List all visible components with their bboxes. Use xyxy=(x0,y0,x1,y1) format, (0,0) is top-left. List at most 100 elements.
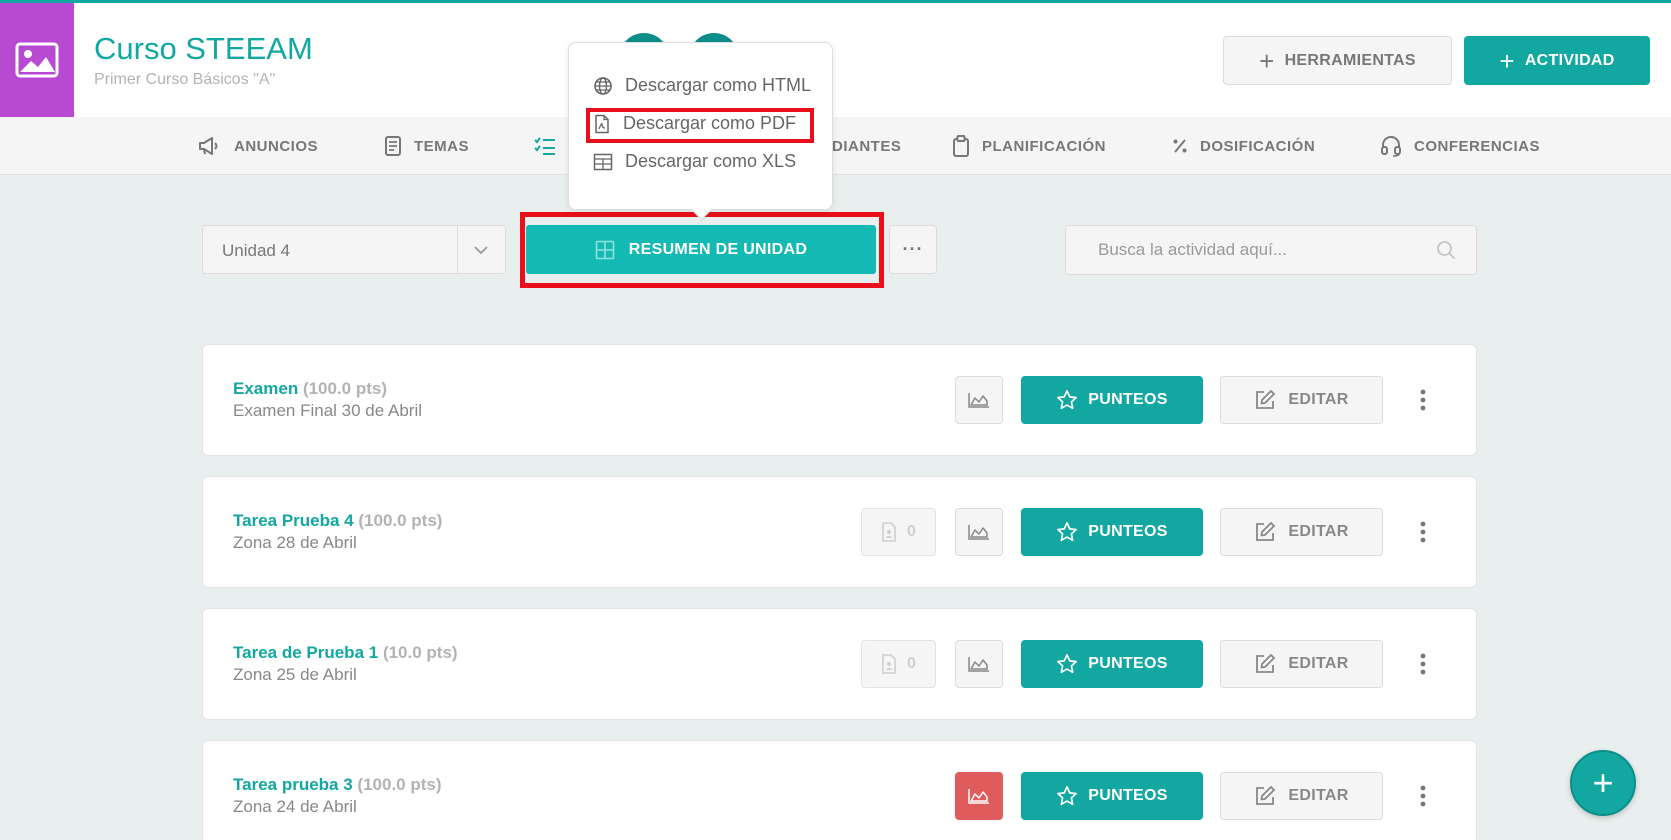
edit-icon xyxy=(1256,786,1276,805)
edit-button[interactable]: EDITAR xyxy=(1220,640,1383,688)
highlight-annotation xyxy=(586,108,814,143)
edit-icon xyxy=(1256,522,1276,541)
plus-icon: + xyxy=(1499,45,1515,76)
scores-button[interactable]: PUNTEOS xyxy=(1021,376,1203,424)
stats-button[interactable] xyxy=(955,640,1003,688)
more-vertical-icon xyxy=(1420,521,1426,543)
scores-button[interactable]: PUNTEOS xyxy=(1021,772,1203,820)
edit-button[interactable]: EDITAR xyxy=(1220,508,1383,556)
submissions-button[interactable]: 0 xyxy=(861,640,936,688)
kebab-menu-button[interactable] xyxy=(1413,645,1433,683)
add-activity-button[interactable]: + ACTIVIDAD xyxy=(1464,36,1650,85)
nav-item-planificacion[interactable]: PLANIFICACIÓN xyxy=(952,117,1106,175)
kebab-menu-button[interactable] xyxy=(1413,381,1433,419)
stats-button[interactable] xyxy=(955,508,1003,556)
activity-points: (100.0 pts) xyxy=(358,511,443,530)
plus-icon: + xyxy=(1592,762,1614,803)
activity-subtitle: Zona 25 de Abril xyxy=(233,665,357,684)
activity-subtitle: Examen Final 30 de Abril xyxy=(233,401,422,420)
course-image-placeholder[interactable] xyxy=(0,3,74,117)
table-icon xyxy=(593,153,613,170)
nav-item-label: CONFERENCIAS xyxy=(1414,137,1541,155)
checklist-icon xyxy=(534,137,555,155)
edit-icon xyxy=(1256,390,1276,409)
activity-subtitle: Zona 24 de Abril xyxy=(233,797,357,816)
kebab-menu-button[interactable] xyxy=(1413,513,1433,551)
nav-item-temas[interactable]: TEMAS xyxy=(384,117,469,175)
add-activity-button-label: ACTIVIDAD xyxy=(1524,51,1615,69)
activity-card: Tarea de Prueba 1 (10.0 pts) Zona 25 de … xyxy=(202,608,1477,720)
course-subtitle: Primer Curso Básicos "A" xyxy=(94,71,276,88)
search-icon xyxy=(1437,241,1456,260)
edit-button[interactable]: EDITAR xyxy=(1220,376,1383,424)
nav-item-dosificacion[interactable]: DOSIFICACIÓN xyxy=(1172,117,1315,175)
star-icon xyxy=(1057,390,1078,410)
nav-item-estudiantes[interactable]: DIANTES xyxy=(832,117,901,175)
nav-item-label: TEMAS xyxy=(414,137,469,155)
submissions-count: 0 xyxy=(907,655,916,672)
more-options-button[interactable]: ··· xyxy=(889,225,937,274)
scores-button-label: PUNTEOS xyxy=(1088,655,1168,672)
more-horizontal-icon: ··· xyxy=(902,239,924,259)
more-vertical-icon xyxy=(1420,389,1426,411)
download-xls-item[interactable]: Descargar como XLS xyxy=(593,151,796,172)
star-icon xyxy=(1057,786,1078,806)
clipboard-icon xyxy=(953,135,969,157)
activity-card: Tarea Prueba 4 (100.0 pts) Zona 28 de Ab… xyxy=(202,476,1477,588)
search-input[interactable] xyxy=(1066,226,1426,274)
scores-button-label: PUNTEOS xyxy=(1088,787,1168,804)
more-vertical-icon xyxy=(1420,653,1426,675)
nav-item-label: DIANTES xyxy=(832,137,902,155)
nav-item-anuncios[interactable]: ANUNCIOS xyxy=(198,117,318,175)
chevron-down-icon xyxy=(474,246,488,255)
file-user-icon xyxy=(882,522,896,542)
scores-button[interactable]: PUNTEOS xyxy=(1021,640,1203,688)
activity-search[interactable] xyxy=(1065,225,1477,275)
add-floating-button[interactable]: + xyxy=(1570,750,1636,816)
scores-button-label: PUNTEOS xyxy=(1088,523,1168,540)
submissions-button[interactable]: 0 xyxy=(861,508,936,556)
edit-button-label: EDITAR xyxy=(1288,391,1349,408)
download-html-item[interactable]: Descargar como HTML xyxy=(593,75,811,96)
image-icon xyxy=(15,42,59,78)
stats-button[interactable] xyxy=(955,376,1003,424)
activity-title[interactable]: Tarea Prueba 4 xyxy=(233,511,354,530)
edit-button-label: EDITAR xyxy=(1288,787,1349,804)
scores-button-label: PUNTEOS xyxy=(1088,391,1168,408)
submissions-count: 0 xyxy=(907,523,916,540)
nav-item-label: PLANIFICACIÓN xyxy=(982,137,1106,155)
activity-title[interactable]: Examen xyxy=(233,379,298,398)
menu-item-label: Descargar como XLS xyxy=(625,151,797,171)
activity-subtitle: Zona 28 de Abril xyxy=(233,533,357,552)
area-chart-icon xyxy=(968,789,989,804)
activity-title[interactable]: Tarea prueba 3 xyxy=(233,775,353,794)
edit-button-label: EDITAR xyxy=(1288,523,1349,540)
course-title: Curso STEEAM xyxy=(94,31,313,66)
file-user-icon xyxy=(882,654,896,674)
percent-icon xyxy=(1173,139,1187,153)
area-chart-icon xyxy=(968,657,989,672)
activity-title[interactable]: Tarea de Prueba 1 xyxy=(233,643,378,662)
course-nav: ANUNCIOS TEMAS DIANTES PLANIFICACIÓN DOS… xyxy=(0,117,1671,175)
kebab-menu-button[interactable] xyxy=(1413,777,1433,815)
edit-button[interactable]: EDITAR xyxy=(1220,772,1383,820)
unit-select[interactable]: Unidad 4 xyxy=(202,225,506,274)
nav-item-conferencias[interactable]: CONFERENCIAS xyxy=(1380,117,1540,175)
area-chart-icon xyxy=(968,393,989,408)
nav-item-actividades[interactable] xyxy=(534,117,556,175)
tools-button[interactable]: + HERRAMIENTAS xyxy=(1223,36,1452,85)
tools-button-label: HERRAMIENTAS xyxy=(1284,51,1416,69)
unit-select-value: Unidad 4 xyxy=(222,241,291,260)
menu-item-label: Descargar como HTML xyxy=(625,75,812,95)
activity-card: Tarea prueba 3 (100.0 pts) Zona 24 de Ab… xyxy=(202,740,1477,840)
course-header: Curso STEEAM Primer Curso Básicos "A" + … xyxy=(0,3,1671,117)
globe-icon xyxy=(594,76,612,95)
book-icon xyxy=(385,136,401,156)
edit-button-label: EDITAR xyxy=(1288,655,1349,672)
scores-button[interactable]: PUNTEOS xyxy=(1021,508,1203,556)
activity-points: (10.0 pts) xyxy=(382,643,458,662)
headset-icon xyxy=(1381,136,1401,157)
stats-button[interactable] xyxy=(955,772,1003,820)
star-icon xyxy=(1057,654,1078,674)
area-chart-icon xyxy=(968,525,989,540)
